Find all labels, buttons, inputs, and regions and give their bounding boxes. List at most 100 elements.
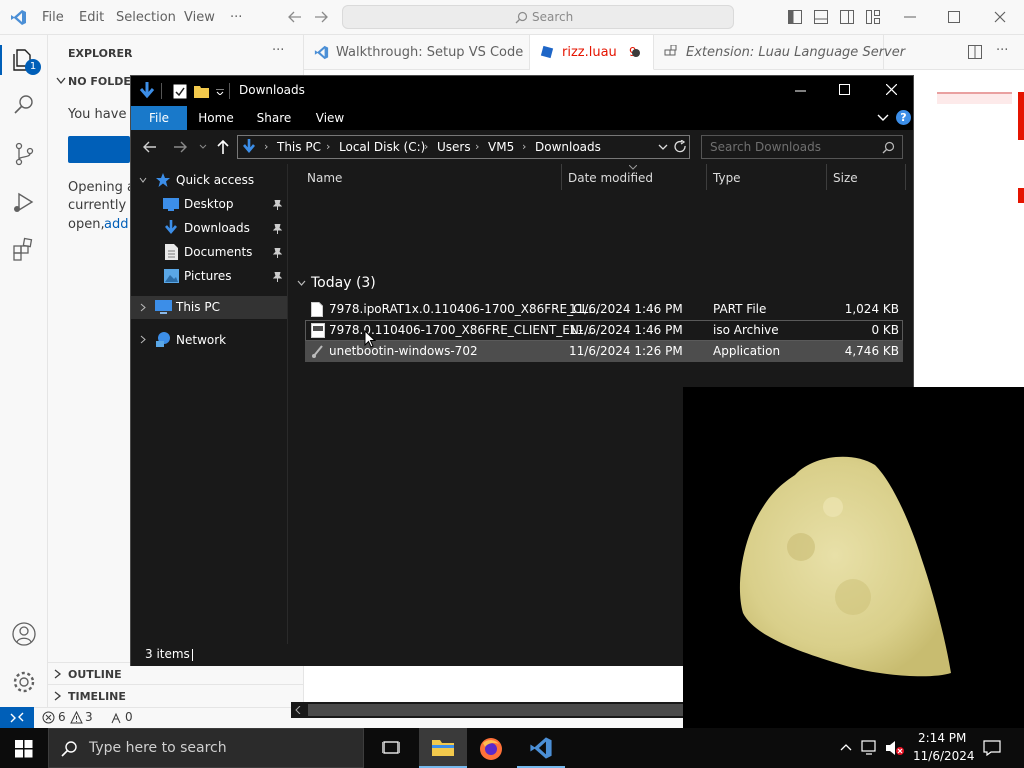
address-breadcrumb-box[interactable]: › This PC › Local Disk (C:) › Users › VM… <box>237 135 690 159</box>
sidebar-more-icon[interactable]: ··· <box>272 43 284 58</box>
toggle-primary-sidebar-icon[interactable] <box>788 10 802 24</box>
breadcrumb-separator-icon[interactable]: › <box>475 140 479 153</box>
column-divider[interactable] <box>706 164 707 190</box>
search-view-icon[interactable] <box>9 90 39 120</box>
source-control-icon[interactable] <box>9 139 39 169</box>
remote-indicator[interactable] <box>0 707 34 728</box>
chevron-right-icon[interactable] <box>54 691 62 701</box>
run-debug-icon[interactable] <box>9 187 39 217</box>
scrollbar-thumb[interactable] <box>308 704 685 716</box>
taskbar-search-box[interactable]: Type here to search <box>48 728 364 768</box>
open-folder-button[interactable] <box>68 136 130 163</box>
column-divider[interactable] <box>561 164 562 190</box>
ribbon-tab-share[interactable]: Share <box>249 106 299 130</box>
toggle-secondary-sidebar-icon[interactable] <box>840 10 854 24</box>
no-folder-header[interactable]: NO FOLDER <box>68 75 139 88</box>
taskbar-file-explorer[interactable] <box>419 728 467 768</box>
chevron-down-icon[interactable] <box>56 77 66 85</box>
warning-icon[interactable] <box>70 711 83 724</box>
horizontal-scrollbar[interactable] <box>291 702 685 718</box>
menu-more[interactable]: ··· <box>230 0 242 35</box>
column-header-date[interactable]: Date modified <box>568 171 653 185</box>
group-chevron-icon[interactable] <box>297 280 306 286</box>
task-view-icon[interactable] <box>382 739 400 757</box>
quick-access-toolbar-dropdown-icon[interactable] <box>216 89 224 95</box>
close-icon[interactable] <box>994 11 1006 23</box>
extensions-icon[interactable] <box>9 235 39 265</box>
breadcrumb-separator-icon[interactable]: › <box>424 140 428 153</box>
ports-count[interactable]: 0 <box>125 710 133 724</box>
file-row[interactable]: 7978.ipoRAT1x.0.110406-1700_X86FRE_CL...… <box>305 299 903 320</box>
pane-splitter[interactable] <box>287 164 288 644</box>
ribbon-tab-home[interactable]: Home <box>191 106 241 130</box>
maximize-icon[interactable] <box>948 11 960 23</box>
nav-pictures[interactable]: Pictures <box>184 269 232 283</box>
back-arrow-icon[interactable] <box>143 141 157 153</box>
add-folder-link[interactable]: add <box>104 217 128 232</box>
breadcrumb-separator-icon[interactable]: › <box>522 140 526 153</box>
tab-walkthrough[interactable]: Walkthrough: Setup VS Code <box>304 35 530 70</box>
expand-ribbon-chevron-icon[interactable] <box>877 114 889 122</box>
nav-desktop[interactable]: Desktop <box>184 197 234 211</box>
nav-downloads[interactable]: Downloads <box>184 221 250 235</box>
show-hidden-icons-chevron-icon[interactable] <box>840 743 852 751</box>
editor-more-icon[interactable]: ··· <box>996 43 1008 58</box>
split-editor-icon[interactable] <box>968 45 982 59</box>
forward-arrow-icon[interactable] <box>314 11 328 23</box>
nav-quick-access[interactable]: Quick access <box>176 173 254 187</box>
unsaved-dot-icon[interactable] <box>632 49 640 57</box>
recent-locations-chevron-icon[interactable] <box>199 144 207 150</box>
nav-this-pc-row[interactable]: This PC <box>131 296 287 319</box>
maximize-icon[interactable] <box>839 84 850 95</box>
minimize-icon[interactable] <box>904 16 916 18</box>
pin-icon[interactable] <box>273 248 282 258</box>
tab-extension-luau[interactable]: Extension: Luau Language Server <box>654 35 905 70</box>
expand-chevron-icon[interactable] <box>139 303 147 312</box>
volume-muted-icon[interactable] <box>885 740 905 756</box>
notifications-icon[interactable] <box>983 740 1001 756</box>
windows-start-icon[interactable] <box>15 740 33 758</box>
tab-rizz-luau[interactable]: rizz.luau 9 <box>530 35 654 70</box>
ribbon-tab-file[interactable]: File <box>131 106 187 130</box>
column-divider[interactable] <box>826 164 827 190</box>
ports-icon[interactable] <box>110 711 123 724</box>
close-icon[interactable] <box>886 84 897 95</box>
expand-chevron-icon[interactable] <box>139 335 147 344</box>
column-divider[interactable] <box>905 164 906 190</box>
menu-selection[interactable]: Selection <box>116 0 176 35</box>
search-icon[interactable] <box>882 141 895 154</box>
network-status-icon[interactable] <box>861 740 879 756</box>
taskbar-time[interactable]: 2:14 PM <box>918 731 966 745</box>
breadcrumb-local-disk[interactable]: Local Disk (C:) <box>339 140 425 154</box>
breadcrumb-downloads[interactable]: Downloads <box>535 140 601 154</box>
ribbon-tab-view[interactable]: View <box>305 106 355 130</box>
scroll-left-arrow-icon[interactable] <box>295 706 301 714</box>
pin-icon[interactable] <box>273 200 282 210</box>
timeline-header[interactable]: TIMELINE <box>68 690 126 703</box>
pin-icon[interactable] <box>273 272 282 282</box>
properties-check-icon[interactable] <box>173 84 187 99</box>
warning-count[interactable]: 3 <box>85 710 93 724</box>
breadcrumb-users[interactable]: Users <box>437 140 471 154</box>
menu-view[interactable]: View <box>184 0 215 35</box>
up-arrow-icon[interactable] <box>217 140 229 154</box>
nav-documents[interactable]: Documents <box>184 245 252 259</box>
file-row-selected[interactable]: unetbootin-windows-702 11/6/2024 1:26 PM… <box>305 341 903 362</box>
nav-network[interactable]: Network <box>176 333 226 347</box>
pin-icon[interactable] <box>273 224 282 234</box>
column-header-name[interactable]: Name <box>307 171 342 185</box>
file-row[interactable]: 7978.0.110406-1700_X86FRE_CLIENT_EN-... … <box>305 320 903 341</box>
expand-chevron-icon[interactable] <box>139 176 147 184</box>
breadcrumb-separator-icon[interactable]: › <box>264 140 268 153</box>
breadcrumb-this-pc[interactable]: This PC <box>277 140 321 154</box>
column-header-type[interactable]: Type <box>713 171 741 185</box>
group-header-today[interactable]: Today (3) <box>311 275 376 291</box>
address-dropdown-chevron-icon[interactable] <box>658 144 668 151</box>
error-count[interactable]: 6 <box>58 710 66 724</box>
firefox-icon[interactable] <box>479 737 503 761</box>
outline-header[interactable]: OUTLINE <box>68 668 122 681</box>
breadcrumb-vm5[interactable]: VM5 <box>488 140 514 154</box>
toggle-panel-icon[interactable] <box>814 10 828 24</box>
taskbar-date[interactable]: 11/6/2024 <box>913 749 975 763</box>
back-arrow-icon[interactable] <box>288 11 302 23</box>
